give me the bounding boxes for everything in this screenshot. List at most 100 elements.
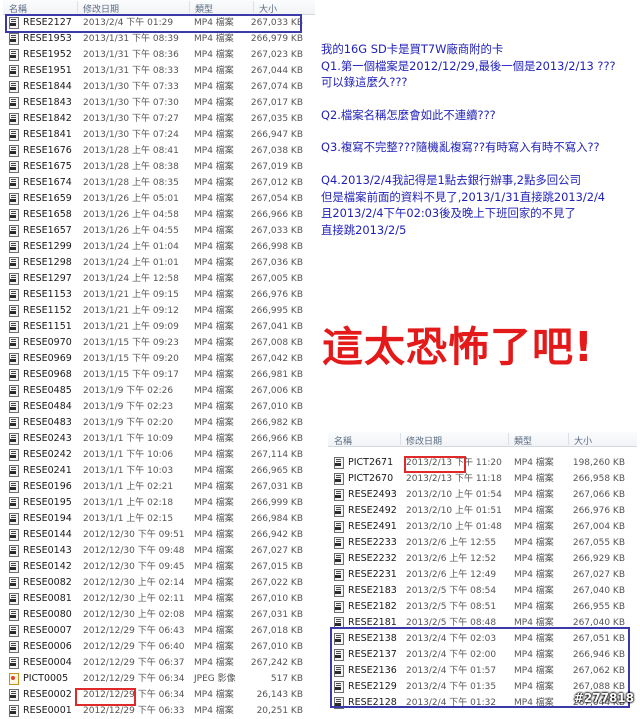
file-row[interactable]: RESE1842 2013/1/30 下午 07:27 MP4 檔案 267,035 …	[3, 111, 315, 127]
file-row[interactable]: RESE1953 2013/1/31 下午 08:39 MP4 檔案 266,979 …	[3, 31, 315, 47]
file-name: RESE0142	[23, 561, 72, 572]
column-header-row: 名稱 修改日期 類型 大小	[3, 0, 315, 15]
file-row[interactable]: PICT2670 2013/2/13 下午 11:18 MP4 檔案 266,958 …	[328, 471, 637, 487]
file-row[interactable]: RESE1299 2013/1/24 上午 01:04 MP4 檔案 266,998 …	[3, 239, 315, 255]
file-name: RESE0194	[23, 513, 72, 524]
mp4-file-icon	[9, 577, 19, 589]
file-date: 2012/12/30 上午 02:14	[83, 578, 185, 588]
mp4-file-icon	[9, 81, 19, 93]
file-row[interactable]: RESE2231 2013/2/6 上午 12:49 MP4 檔案 267,027 K…	[328, 567, 637, 583]
file-row[interactable]: RESE0142 2012/12/30 下午 09:45 MP4 檔案 267,015…	[3, 559, 315, 575]
file-row[interactable]: RESE2233 2013/2/6 上午 12:55 MP4 檔案 267,055 K…	[328, 535, 637, 551]
file-row[interactable]: RESE2183 2013/2/5 下午 08:54 MP4 檔案 267,040 K…	[328, 583, 637, 599]
file-row[interactable]: RESE1844 2013/1/30 下午 07:33 MP4 檔案 267,074 …	[3, 79, 315, 95]
file-row[interactable]: RESE0007 2012/12/29 下午 06:43 MP4 檔案 267,018…	[3, 623, 315, 639]
file-row[interactable]: RESE0002 2012/12/29 下午 06:34 MP4 檔案 26,143 …	[3, 687, 315, 703]
file-row[interactable]: RESE0080 2012/12/30 上午 02:08 MP4 檔案 267,031…	[3, 607, 315, 623]
file-row[interactable]: RESE0483 2013/1/9 下午 02:20 MP4 檔案 266,982 K…	[3, 415, 315, 431]
file-row[interactable]: RESE2232 2013/2/6 上午 12:52 MP4 檔案 266,929 K…	[328, 551, 637, 567]
file-row[interactable]: RESE1657 2013/1/26 上午 04:55 MP4 檔案 267,033 …	[3, 223, 315, 239]
file-row[interactable]: RESE1952 2013/1/31 下午 08:36 MP4 檔案 267,023 …	[3, 47, 315, 63]
file-row[interactable]: RESE1674 2013/1/28 上午 08:35 MP4 檔案 267,012 …	[3, 175, 315, 191]
file-row[interactable]: RESE0081 2012/12/30 上午 02:11 MP4 檔案 267,010…	[3, 591, 315, 607]
file-row[interactable]: RESE0970 2013/1/15 下午 09:23 MP4 檔案 267,008 …	[3, 335, 315, 351]
file-row[interactable]: RESE1153 2013/1/21 上午 09:15 MP4 檔案 266,976 …	[3, 287, 315, 303]
file-type: MP4 檔案	[194, 322, 234, 332]
file-type: MP4 檔案	[194, 706, 234, 716]
note-question-1-cont: 可以錄這麼久???	[321, 75, 408, 90]
file-row[interactable]: RESE1298 2013/1/24 上午 01:01 MP4 檔案 267,036 …	[3, 255, 315, 271]
file-row[interactable]: RESE0242 2013/1/1 下午 10:06 MP4 檔案 267,114 K…	[3, 447, 315, 463]
file-row[interactable]: RESE1659 2013/1/26 上午 05:01 MP4 檔案 267,054 …	[3, 191, 315, 207]
mp4-file-icon	[9, 129, 19, 141]
file-type: MP4 檔案	[194, 386, 234, 396]
file-row[interactable]: RESE0195 2013/1/1 上午 02:18 MP4 檔案 266,999 K…	[3, 495, 315, 511]
file-row[interactable]: RESE1297 2013/1/24 上午 12:58 MP4 檔案 267,005 …	[3, 271, 315, 287]
file-type: MP4 檔案	[194, 258, 234, 268]
file-row[interactable]: RESE0484 2013/1/9 下午 02:23 MP4 檔案 267,010 K…	[3, 399, 315, 415]
file-type: MP4 檔案	[194, 530, 234, 540]
file-row[interactable]: RESE0969 2013/1/15 下午 09:20 MP4 檔案 267,042 …	[3, 351, 315, 367]
file-size: 267,019 KB	[250, 162, 303, 172]
file-name: RESE0242	[23, 449, 72, 460]
file-row[interactable]: RESE0241 2013/1/1 下午 10:03 MP4 檔案 266,965 K…	[3, 463, 315, 479]
file-name: RESE1674	[23, 177, 72, 188]
file-row[interactable]: RESE2493 2013/2/10 上午 01:54 MP4 檔案 267,066 …	[328, 487, 637, 503]
file-size: 266,981 KB	[250, 370, 303, 380]
file-row[interactable]: RESE0143 2012/12/30 下午 09:48 MP4 檔案 267,027…	[3, 543, 315, 559]
file-row[interactable]: RESE0196 2013/1/1 上午 02:21 MP4 檔案 267,031 K…	[3, 479, 315, 495]
file-size: 267,027 KB	[572, 570, 625, 580]
file-row[interactable]: RESE1658 2013/1/26 上午 04:58 MP4 檔案 266,966 …	[3, 207, 315, 223]
file-row[interactable]: RESE2491 2013/2/10 上午 01:48 MP4 檔案 267,004 …	[328, 519, 637, 535]
file-row[interactable]: RESE0968 2013/1/15 下午 09:17 MP4 檔案 266,981 …	[3, 367, 315, 383]
file-type: MP4 檔案	[194, 578, 234, 588]
file-name: RESE1676	[23, 145, 72, 156]
file-row[interactable]: RESE1675 2013/1/28 上午 08:38 MP4 檔案 267,019 …	[3, 159, 315, 175]
column-header-date[interactable]: 修改日期	[406, 434, 442, 447]
column-header-size[interactable]: 大小	[574, 434, 592, 447]
file-row[interactable]: RESE0004 2012/12/29 下午 06:37 MP4 檔案 267,242…	[3, 655, 315, 671]
file-row[interactable]: RESE1152 2013/1/21 上午 09:12 MP4 檔案 266,995 …	[3, 303, 315, 319]
file-size: 266,984 KB	[250, 514, 303, 524]
column-header-type[interactable]: 類型	[514, 434, 532, 447]
file-rows: RESE2127 2013/2/4 下午 01:29 MP4 檔案 267,033 K…	[3, 15, 315, 719]
file-date: 2013/1/9 下午 02:23	[83, 402, 174, 412]
file-name: RESE1841	[23, 129, 72, 140]
file-name: RESE0002	[23, 689, 72, 700]
file-row[interactable]: RESE0144 2012/12/30 下午 09:51 MP4 檔案 266,942…	[3, 527, 315, 543]
file-row[interactable]: RESE1676 2013/1/28 上午 08:41 MP4 檔案 267,038 …	[3, 143, 315, 159]
file-type: MP4 檔案	[514, 554, 554, 564]
file-name: RESE0970	[23, 337, 72, 348]
file-type: MP4 檔案	[514, 474, 554, 484]
file-row[interactable]: PICT2671 2013/2/13 下午 11:20 MP4 檔案 198,260 …	[328, 455, 637, 471]
file-row[interactable]: RESE2492 2013/2/10 上午 01:51 MP4 檔案 266,976 …	[328, 503, 637, 519]
file-date: 2013/2/5 下午 08:51	[406, 602, 497, 612]
file-row[interactable]: RESE1151 2013/1/21 上午 09:09 MP4 檔案 267,041 …	[3, 319, 315, 335]
file-size: 267,040 KB	[572, 586, 625, 596]
file-date: 2013/1/9 下午 02:26	[83, 386, 174, 396]
file-name: RESE2232	[348, 553, 397, 564]
file-row[interactable]: RESE2182 2013/2/5 下午 08:51 MP4 檔案 266,955 K…	[328, 599, 637, 615]
file-size: 267,010 KB	[250, 642, 303, 652]
file-row[interactable]: RESE1843 2013/1/30 下午 07:30 MP4 檔案 267,017 …	[3, 95, 315, 111]
file-date: 2013/1/31 下午 08:39	[83, 34, 179, 44]
file-row[interactable]: RESE0485 2013/1/9 下午 02:26 MP4 檔案 267,006 K…	[3, 383, 315, 399]
file-size: 267,042 KB	[250, 354, 303, 364]
file-date: 2012/12/30 上午 02:11	[83, 594, 185, 604]
column-header-name[interactable]: 名稱	[334, 434, 352, 447]
file-name: RESE0968	[23, 369, 72, 380]
file-row[interactable]: RESE1841 2013/1/30 下午 07:24 MP4 檔案 266,947 …	[3, 127, 315, 143]
file-type: MP4 檔案	[194, 98, 234, 108]
file-row[interactable]: PICT0005 2012/12/29 下午 06:34 JPEG 影像 517 KB	[3, 671, 315, 687]
file-row[interactable]: RESE0243 2013/1/1 下午 10:09 MP4 檔案 266,966 K…	[3, 431, 315, 447]
file-row[interactable]: RESE0001 2012/12/29 下午 06:33 MP4 檔案 20,251 …	[3, 703, 315, 719]
file-row[interactable]: RESE0006 2012/12/29 下午 06:40 MP4 檔案 267,010…	[3, 639, 315, 655]
file-size: 266,958 KB	[572, 474, 625, 484]
file-type: MP4 檔案	[194, 178, 234, 188]
file-size: 266,999 KB	[250, 498, 303, 508]
file-row[interactable]: RESE0082 2012/12/30 上午 02:14 MP4 檔案 267,022…	[3, 575, 315, 591]
file-row[interactable]: RESE0194 2013/1/1 上午 02:15 MP4 檔案 266,984 K…	[3, 511, 315, 527]
file-size: 267,031 KB	[250, 610, 303, 620]
file-row[interactable]: RESE1951 2013/1/31 下午 08:33 MP4 檔案 267,044 …	[3, 63, 315, 79]
file-size: 267,008 KB	[250, 338, 303, 348]
